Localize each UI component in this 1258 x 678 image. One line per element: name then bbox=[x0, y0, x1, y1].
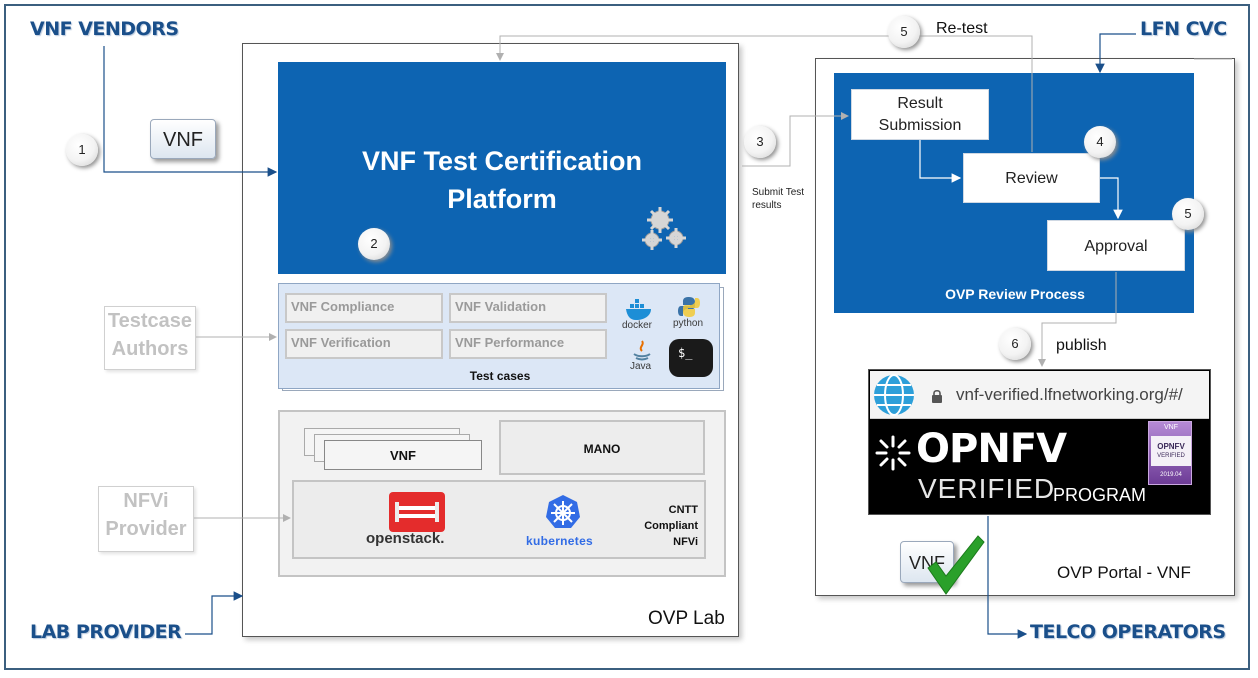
step-4-marker: 4 bbox=[1084, 126, 1116, 158]
publish-label: publish bbox=[1056, 337, 1107, 354]
submit-test-results-label: Submit Test results bbox=[752, 187, 805, 211]
step-3-marker: 3 bbox=[744, 126, 776, 158]
step-5-approval-marker: 5 bbox=[1172, 198, 1204, 230]
step-1-marker: 1 bbox=[66, 134, 98, 166]
retest-label: Re-test bbox=[936, 20, 988, 37]
step-5-retest-marker: 5 bbox=[888, 16, 920, 48]
step-2-marker: 2 bbox=[358, 228, 390, 260]
step-6-marker: 6 bbox=[999, 328, 1031, 360]
